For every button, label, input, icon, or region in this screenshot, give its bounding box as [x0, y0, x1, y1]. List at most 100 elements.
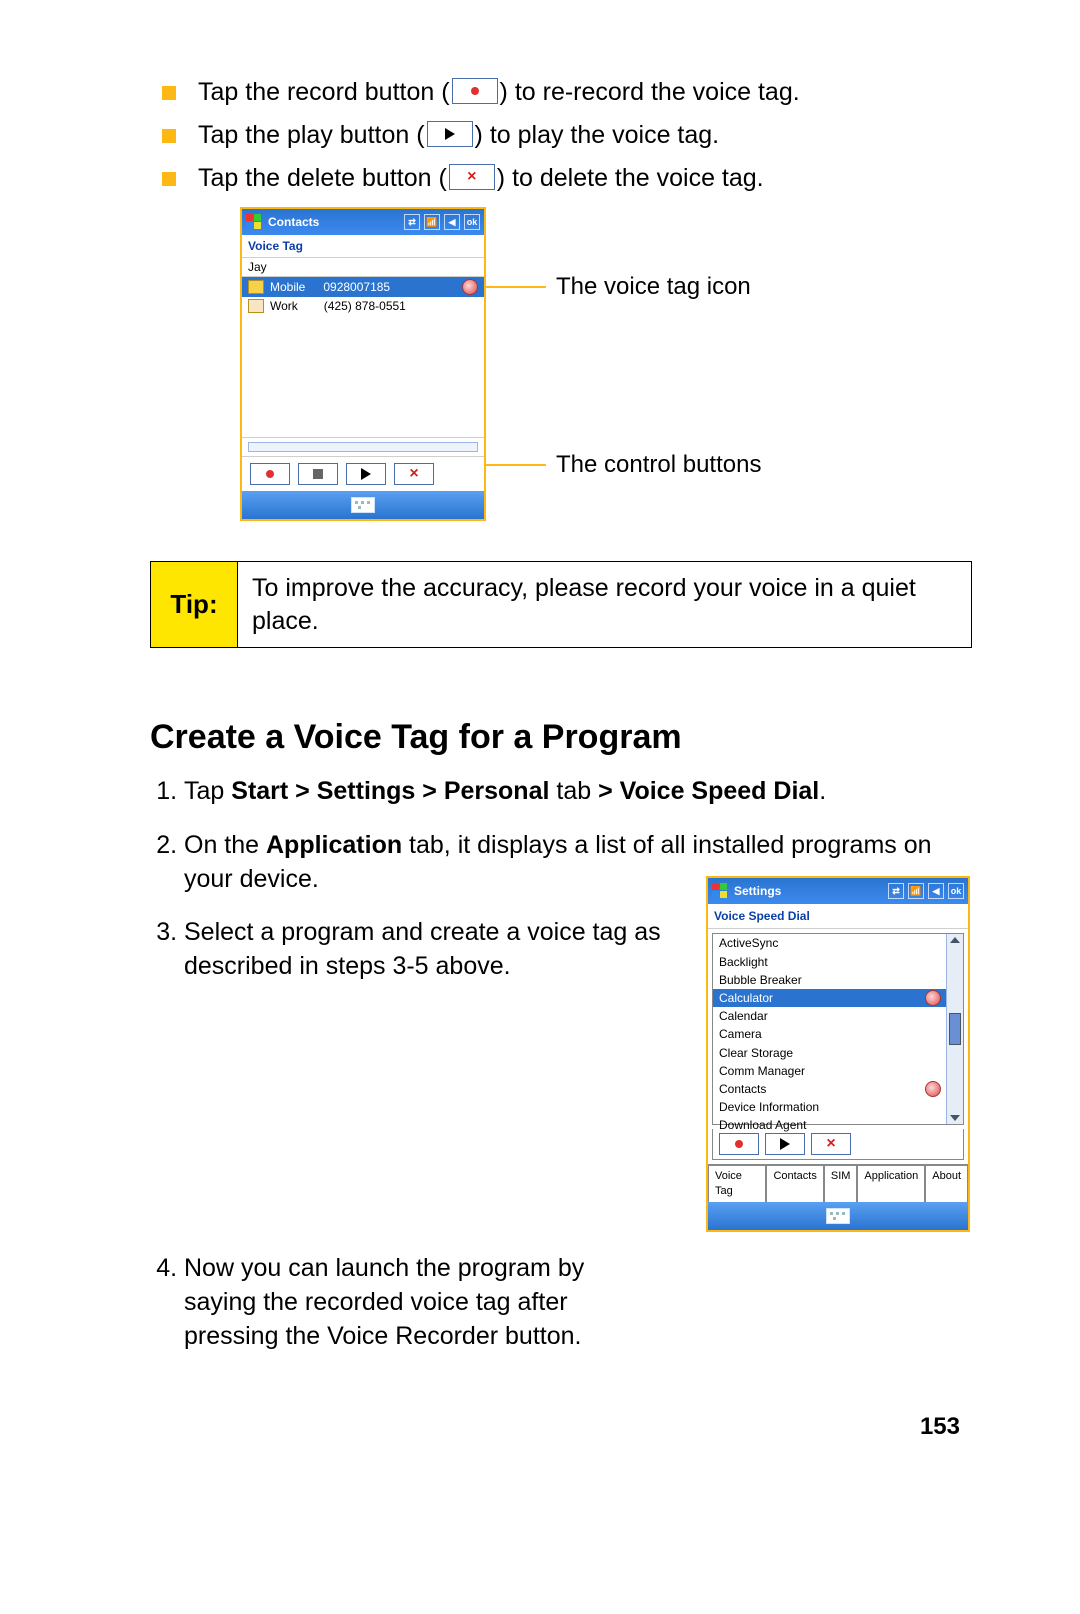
record-icon — [735, 1140, 743, 1148]
list-item[interactable]: Device Information — [713, 1098, 947, 1116]
list-item[interactable]: ActiveSync — [713, 934, 947, 952]
bullet-text: Tap the delete button ( — [198, 164, 447, 193]
step-4: Now you can launch the program by saying… — [184, 1252, 614, 1353]
play-icon — [361, 468, 371, 480]
record-icon — [471, 87, 479, 95]
volume-icon: ◀ — [444, 214, 460, 230]
step-1: Tap Start > Settings > Personal tab > Vo… — [184, 775, 970, 809]
device-titlebar: Settings ⇄ 📶 ◀ ok — [708, 878, 968, 904]
bullet-text: ) to re-record the voice tag. — [500, 78, 800, 107]
delete-icon: × — [467, 169, 476, 185]
callout-leader — [486, 286, 546, 288]
work-icon — [248, 299, 264, 313]
callout-text: The control buttons — [556, 451, 761, 479]
record-button[interactable] — [719, 1133, 759, 1155]
bullet-marker — [162, 172, 176, 186]
play-button[interactable] — [346, 463, 386, 485]
volume-icon: ◀ — [928, 883, 944, 899]
keyboard-icon[interactable] — [351, 497, 375, 513]
keyboard-icon[interactable] — [826, 1208, 850, 1224]
device-title-text: Contacts — [268, 215, 319, 229]
tip-label: Tip: — [151, 562, 238, 647]
play-button[interactable] — [765, 1133, 805, 1155]
scroll-thumb[interactable] — [949, 1013, 961, 1045]
tab-bar: Voice Tag Contacts SIM Application About — [708, 1164, 968, 1202]
record-icon — [266, 470, 274, 478]
bullet-delete: Tap the delete button ( × ) to delete th… — [150, 164, 970, 193]
entry-number: (425) 878-0551 — [324, 299, 406, 313]
list-item[interactable]: Backlight — [713, 953, 947, 971]
page-number: 153 — [150, 1413, 970, 1441]
entry-row[interactable]: Mobile 0928007185 — [242, 277, 484, 297]
subheading: Voice Speed Dial — [708, 904, 968, 929]
step-3: Select a program and create a voice tag … — [184, 916, 970, 1232]
tab-contacts[interactable]: Contacts — [766, 1165, 823, 1202]
device-footer — [242, 491, 484, 519]
delete-button-inline: × — [449, 164, 495, 190]
section-heading: Create a Voice Tag for a Program — [150, 718, 970, 757]
tip-box: Tip: To improve the accuracy, please rec… — [150, 561, 972, 648]
scroll-up-icon — [950, 937, 960, 943]
callout-text: The voice tag icon — [556, 273, 751, 301]
voice-tag-icon — [925, 990, 941, 1006]
scroll-down-icon — [950, 1115, 960, 1121]
device-footer — [708, 1202, 968, 1230]
steps-list: Tap Start > Settings > Personal tab > Vo… — [150, 775, 970, 1353]
play-icon — [780, 1138, 790, 1150]
list-item[interactable]: Bubble Breaker — [713, 971, 947, 989]
delete-button[interactable]: × — [394, 463, 434, 485]
figure-contacts: Contacts ⇄ 📶 ◀ ok Voice Tag Jay Mobile 0… — [240, 207, 970, 521]
stop-icon — [313, 469, 323, 479]
delete-icon: × — [826, 1136, 835, 1152]
delete-button[interactable]: × — [811, 1133, 851, 1155]
list-item[interactable]: Calculator — [713, 989, 947, 1007]
bullet-marker — [162, 86, 176, 100]
program-list: ActiveSync Backlight Bubble Breaker Calc… — [712, 933, 964, 1125]
entry-row[interactable]: Work (425) 878-0551 — [242, 297, 484, 315]
control-bar: × — [242, 456, 484, 491]
horizontal-scrollbar[interactable] — [242, 437, 484, 456]
delete-icon: × — [409, 466, 418, 482]
bullet-text: Tap the record button ( — [198, 78, 450, 107]
vertical-scrollbar[interactable] — [946, 934, 963, 1124]
list-item[interactable]: Calendar — [713, 1007, 947, 1025]
tip-text: To improve the accuracy, please record y… — [238, 562, 971, 647]
ok-button[interactable]: ok — [464, 214, 480, 230]
tab-about[interactable]: About — [925, 1165, 968, 1202]
device-screenshot-settings: Settings ⇄ 📶 ◀ ok Voice Speed Dial Activ… — [706, 876, 970, 1232]
list-item[interactable]: Contacts — [713, 1080, 947, 1098]
record-button-inline — [452, 78, 498, 104]
callout-controls: The control buttons — [486, 451, 761, 479]
mobile-icon — [248, 280, 264, 294]
step-3-text: Select a program and create a voice tag … — [184, 916, 678, 984]
windows-flag-icon — [712, 883, 728, 899]
device-title-text: Settings — [734, 883, 781, 899]
record-button[interactable] — [250, 463, 290, 485]
bullet-text: Tap the play button ( — [198, 121, 425, 150]
ok-button[interactable]: ok — [948, 883, 964, 899]
tab-application[interactable]: Application — [857, 1165, 925, 1202]
bullet-record: Tap the record button ( ) to re-record t… — [150, 78, 970, 107]
device-titlebar: Contacts ⇄ 📶 ◀ ok — [242, 209, 484, 235]
tab-sim[interactable]: SIM — [824, 1165, 858, 1202]
list-item[interactable]: Clear Storage — [713, 1044, 947, 1062]
bullet-text: ) to play the voice tag. — [475, 121, 720, 150]
contact-name: Jay — [242, 258, 484, 277]
tab-voice-tag[interactable]: Voice Tag — [708, 1165, 766, 1202]
bullet-play: Tap the play button ( ) to play the voic… — [150, 121, 970, 150]
list-item[interactable]: Comm Manager — [713, 1062, 947, 1080]
stop-button[interactable] — [298, 463, 338, 485]
callout-leader — [486, 464, 546, 466]
play-button-inline — [427, 121, 473, 147]
list-item[interactable]: Download Agent — [713, 1116, 947, 1134]
play-icon — [445, 128, 455, 140]
entry-label: Mobile — [270, 280, 305, 294]
callouts: The voice tag icon The control buttons — [486, 207, 761, 521]
entry-label: Work — [270, 299, 298, 313]
bullet-marker — [162, 129, 176, 143]
signal-icon: 📶 — [908, 883, 924, 899]
voice-tag-icon — [462, 279, 478, 295]
list-item[interactable]: Camera — [713, 1025, 947, 1043]
sync-icon: ⇄ — [888, 883, 904, 899]
contact-entries: Mobile 0928007185 Work (425) 878-0551 — [242, 277, 484, 437]
